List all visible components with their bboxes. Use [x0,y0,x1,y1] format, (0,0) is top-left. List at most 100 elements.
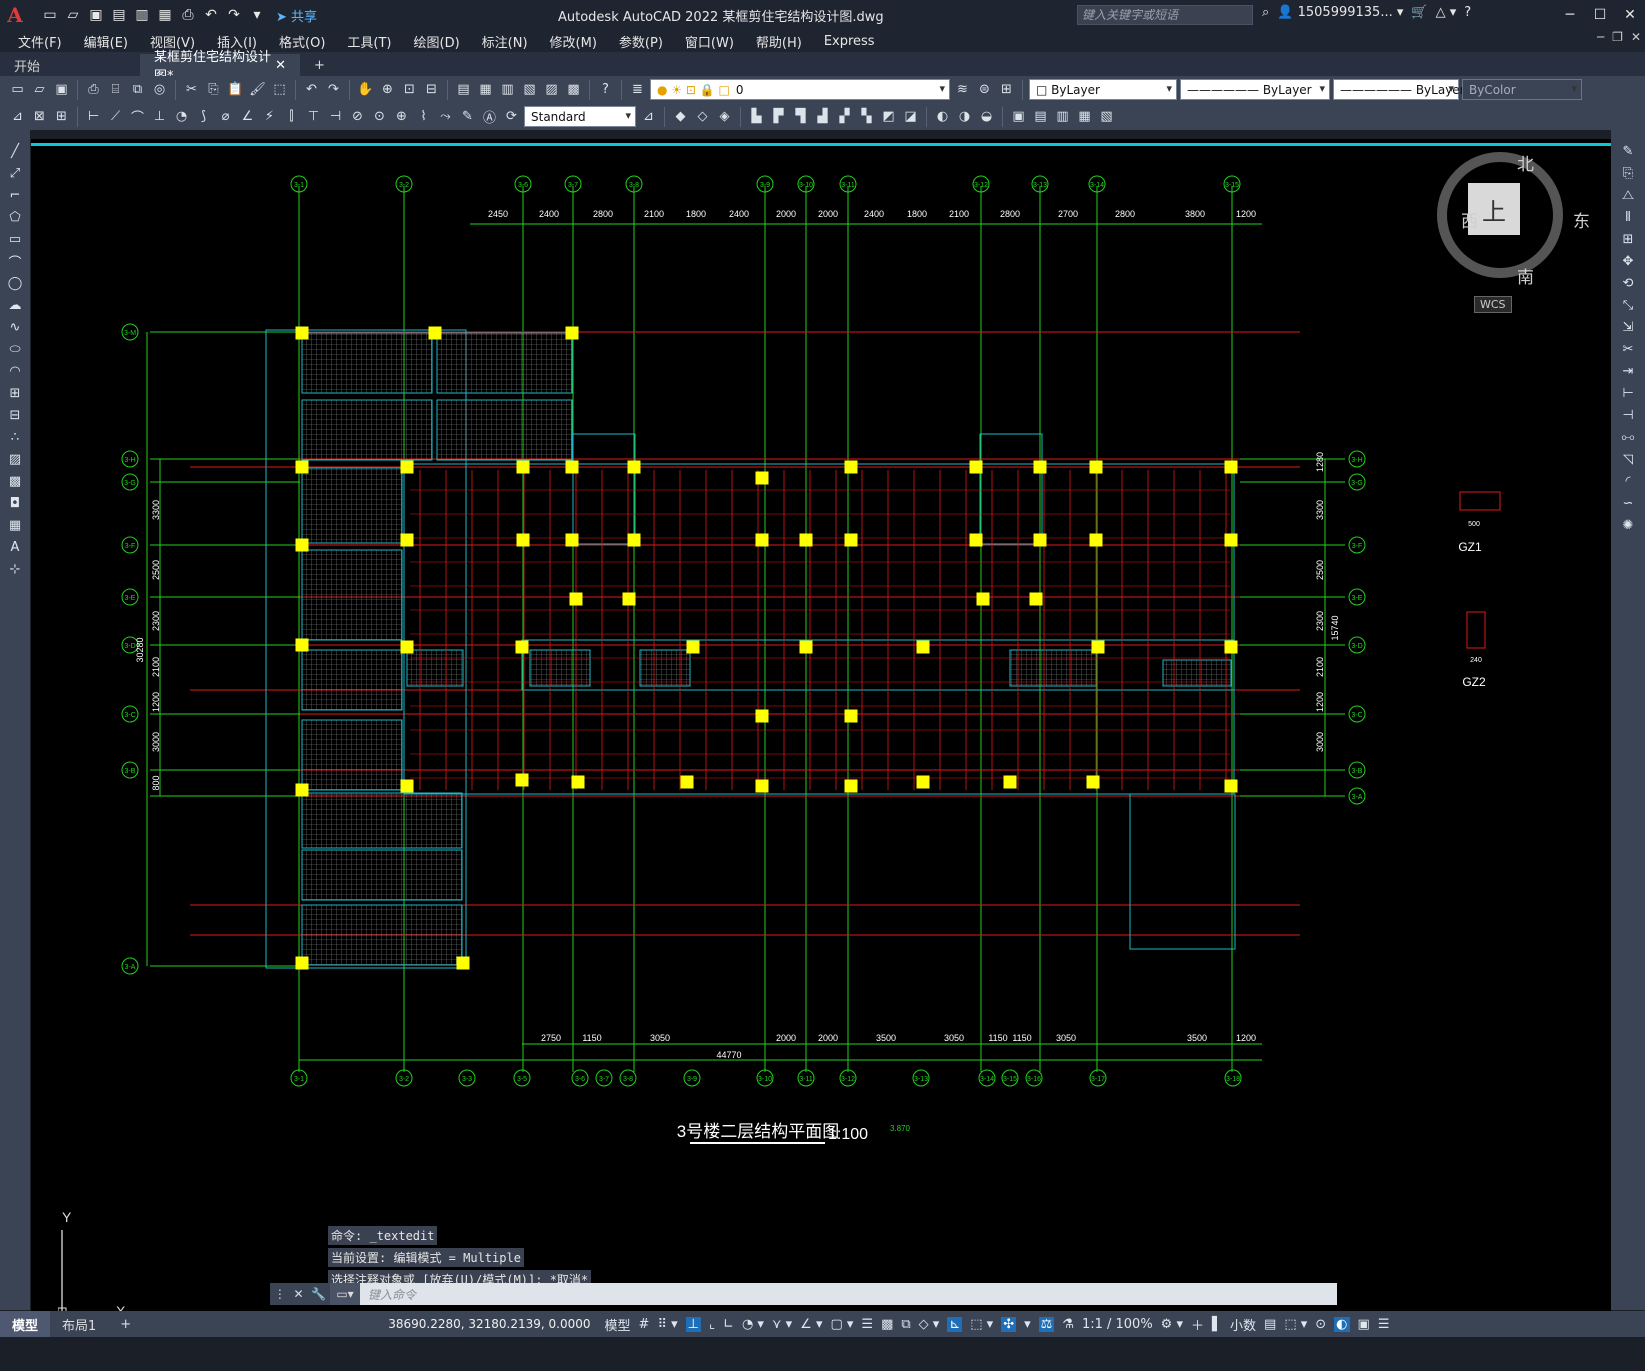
tab-drawing[interactable]: 某框剪住宅结构设计图*✕ [140,50,300,84]
autocad-logo-icon[interactable]: A [0,0,30,30]
zoom-window-icon[interactable]: ⊡ [400,80,419,99]
graphics-performance-icon[interactable]: ◐ [1334,1316,1350,1332]
rotate-icon[interactable]: ⟲ [1618,274,1638,292]
polyline-icon[interactable]: ⌐ [5,186,25,204]
tolerance-frame-icon[interactable]: ⊙ [370,107,389,126]
render-icon[interactable]: ◑ [955,107,974,126]
lineweight-icon[interactable]: ☰ [861,1317,873,1332]
units-value[interactable]: 小数 [1230,1315,1256,1334]
erase-icon[interactable]: ✎ [1618,142,1638,160]
customize-wrench-icon[interactable]: 🔧 [311,1287,326,1301]
user-account[interactable]: 👤 1505999135... ▾ [1277,5,1403,20]
materials-icon[interactable]: ◒ [977,107,996,126]
plot-icon[interactable]: ⎙ [178,5,198,25]
tab-close-icon[interactable]: ✕ [275,58,286,73]
make-layer-current-icon[interactable]: ≋ [953,80,972,99]
annotation-monitor-icon[interactable]: ＋ [1191,1315,1204,1334]
join-icon[interactable]: ⧟ [1618,428,1638,446]
layer-select[interactable]: ● ☀ ⊡ 🔒 □ 0 [650,79,950,100]
dynamic-ucs-icon[interactable]: ⊾ [947,1316,963,1332]
view-bottom-icon[interactable]: ▚ [857,107,876,126]
object-snap-icon[interactable]: ▢ ▾ [830,1317,853,1332]
fillet-icon[interactable]: ◜ [1618,472,1638,490]
dim-continue-icon[interactable]: ⊤ [304,107,323,126]
units-icon[interactable]: ▌ [1212,1317,1222,1332]
array-icon[interactable]: ⊞ [1618,230,1638,248]
share-button[interactable]: ➤ 共享 [276,6,317,25]
offset-icon[interactable]: ⫴ [1618,208,1638,226]
chamfer-icon[interactable]: ◹ [1618,450,1638,468]
break-icon[interactable]: ⊣ [1618,406,1638,424]
publish-icon[interactable]: ⧉ [128,80,147,99]
help-icon[interactable]: ? [596,80,615,99]
ortho-icon[interactable]: ∟ [723,1317,734,1332]
dim-jogged-icon[interactable]: ⟆ [194,107,213,126]
line-icon[interactable]: ╱ [5,142,25,160]
menu-item[interactable]: 格式(O) [279,32,325,51]
ucs-previous-icon[interactable]: ◈ [715,107,734,126]
table-style-icon[interactable]: ⊞ [52,107,71,126]
selection-filter-icon[interactable]: ⬚ ▾ [970,1317,993,1332]
menu-item[interactable]: 帮助(H) [756,32,802,51]
cut-icon[interactable]: ✂ [182,80,201,99]
save-as-icon[interactable]: ▤ [109,5,129,25]
command-input[interactable]: 键入命令 [360,1286,416,1303]
cart-icon[interactable]: 🛒 [1411,5,1427,20]
quick-properties-icon[interactable]: ▤ [1264,1317,1276,1332]
dim-angular-icon[interactable]: ∠ [238,107,257,126]
tab-layout1[interactable]: 布局1 [50,1311,108,1337]
extend-icon[interactable]: ⇥ [1618,362,1638,380]
make-block-icon[interactable]: ⊟ [5,406,25,424]
globe-icon[interactable]: ◎ [150,80,169,99]
add-layout-button[interactable]: + [108,1311,143,1337]
table-icon[interactable]: ▦ [5,516,25,534]
view-iso2-icon[interactable]: ◪ [901,107,920,126]
view-top-icon[interactable]: ▞ [835,107,854,126]
loft-icon[interactable]: ▧ [1097,107,1116,126]
view-right-icon[interactable]: ▟ [813,107,832,126]
model-space-button[interactable]: 模型 [605,1315,631,1334]
construction-line-icon[interactable]: ⤢ [5,164,25,182]
mtext-icon[interactable]: A [5,538,25,556]
copy-icon[interactable]: ⎘ [204,80,223,99]
revolve-icon[interactable]: ▥ [1053,107,1072,126]
menu-item[interactable]: Express [824,34,875,49]
dim-arc-icon[interactable]: ⌒ [128,107,147,126]
undo-icon[interactable]: ↶ [302,80,321,99]
snap-icon[interactable]: ⠿ ▾ [657,1317,677,1332]
viewcube-north[interactable]: 北 [1517,150,1534,175]
infer-constraints-icon[interactable]: ⊥ [685,1316,701,1332]
tab-model[interactable]: 模型 [0,1311,51,1337]
customize-dropdown-icon[interactable]: ▾ [247,5,267,25]
dim-aligned-icon[interactable]: ⟋ [106,107,125,126]
viewcube-south[interactable]: 南 [1517,263,1534,288]
break-at-point-icon[interactable]: ⊢ [1618,384,1638,402]
dim-update-icon[interactable]: ⟳ [502,107,521,126]
tolerance-icon[interactable]: ⊠ [30,107,49,126]
gizmo-icon[interactable]: ✣ [1001,1316,1017,1332]
drawing-canvas[interactable]: 3-1 3-2 3-6 3-7 3-8 3-9 3-10 3-11 3-12 3-13 3-14 3-… [31,139,1611,1319]
a360-icon[interactable]: △ ▾ [1436,5,1457,20]
block-editor-icon[interactable]: ⬚ [270,80,289,99]
markup-icon[interactable]: ▨ [542,80,561,99]
design-center-icon[interactable]: ▦ [476,80,495,99]
maximize-icon[interactable]: ☐ [1585,0,1615,30]
layer-states-icon[interactable]: ⊞ [997,80,1016,99]
view-left-icon[interactable]: ▜ [791,107,810,126]
open-file-icon[interactable]: ▱ [63,5,83,25]
3d-osnap-icon[interactable]: ◇ ▾ [919,1317,940,1332]
tool-palettes-icon[interactable]: ▥ [498,80,517,99]
region-icon[interactable]: ◘ [5,494,25,512]
scale-icon[interactable]: ⤡ [1618,296,1638,314]
point-icon[interactable]: ∴ [5,428,25,446]
linetype-select[interactable]: —————— ByLayer [1180,79,1330,100]
paste-icon[interactable]: 📋 [226,80,245,99]
ellipse-icon[interactable]: ⬭ [5,340,25,358]
new-tab-button[interactable]: + [300,54,339,76]
dim-style-icon[interactable]: ⊿ [8,107,27,126]
dim-diameter-icon[interactable]: ⌀ [216,107,235,126]
mirror-icon[interactable]: ⧍ [1618,186,1638,204]
add-selected-icon[interactable]: ⊹ [5,560,25,578]
new-file-icon[interactable]: ▭ [40,5,60,25]
properties-icon[interactable]: ▤ [454,80,473,99]
